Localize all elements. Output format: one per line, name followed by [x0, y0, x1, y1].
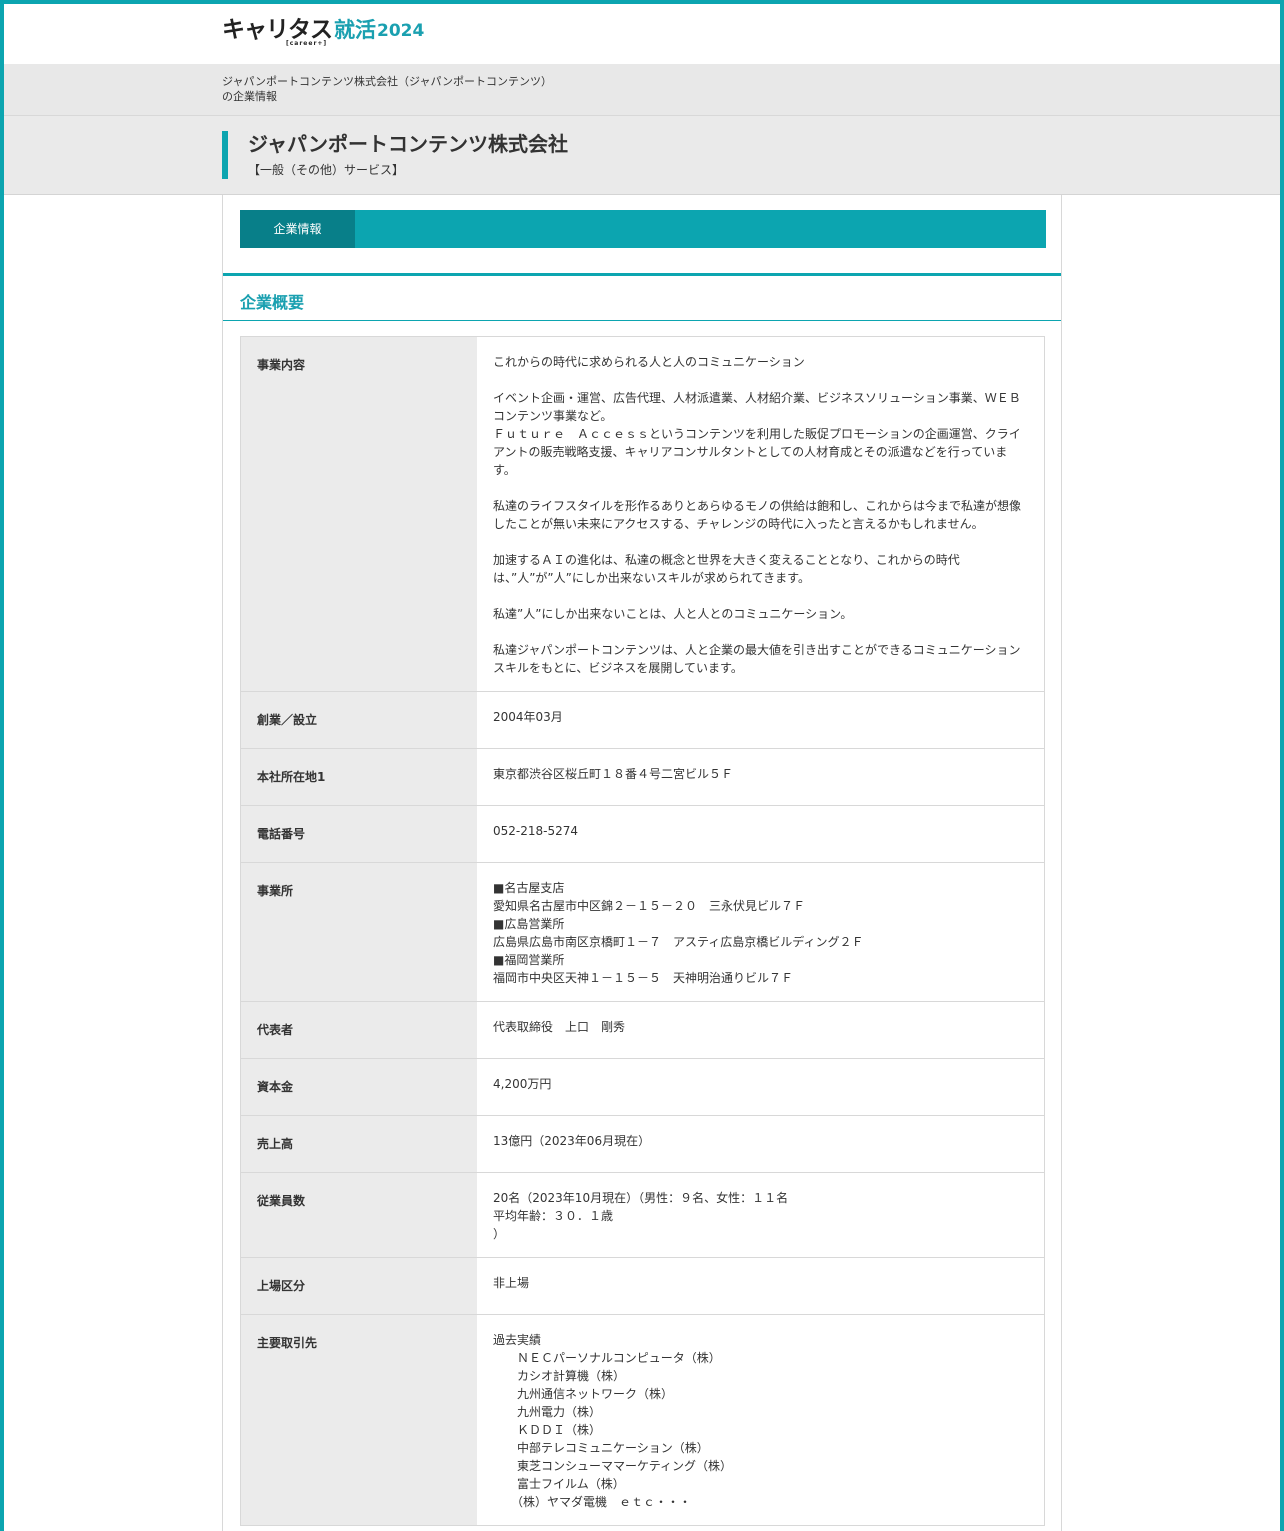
- table-row: 上場区分 非上場: [241, 1258, 1044, 1315]
- table-row: 資本金 4,200万円: [241, 1059, 1044, 1116]
- row-label: 資本金: [241, 1059, 477, 1115]
- title-accent-bar: [222, 131, 228, 179]
- row-value: 東京都渋谷区桜丘町１８番４号二宮ビル５Ｆ: [477, 749, 1044, 805]
- table-row: 事業内容 これからの時代に求められる人と人のコミュニケーション イベント企画・運…: [241, 337, 1044, 692]
- table-row: 代表者 代表取締役 上口 剛秀: [241, 1002, 1044, 1059]
- row-label: 創業／設立: [241, 692, 477, 748]
- page-title: ジャパンポートコンテンツ株式会社: [248, 132, 568, 156]
- row-value: 代表取締役 上口 剛秀: [477, 1002, 1044, 1058]
- row-value: 非上場: [477, 1258, 1044, 1314]
- table-row: 主要取引先 過去実績 ＮＥＣパーソナルコンピュータ（株） カシオ計算機（株） 九…: [241, 1315, 1044, 1526]
- row-value: ■名古屋支店 愛知県名古屋市中区錦２－１５－２０ 三永伏見ビル７Ｆ ■広島営業所…: [477, 863, 1044, 1001]
- company-title-band: ジャパンポートコンテンツ株式会社 【一般（その他）サービス】: [4, 116, 1280, 195]
- row-value: 13億円（2023年06月現在）: [477, 1116, 1044, 1172]
- table-row: 従業員数 20名（2023年10月現在）（男性：９名、女性：１１名 平均年齢：３…: [241, 1173, 1044, 1258]
- logo-shukatsu-text: 就活: [334, 18, 376, 42]
- table-row: 本社所在地1 東京都渋谷区桜丘町１８番４号二宮ビル５Ｆ: [241, 749, 1044, 806]
- tab-company-info[interactable]: 企業情報: [240, 210, 355, 248]
- table-row: 事業所 ■名古屋支店 愛知県名古屋市中区錦２－１５－２０ 三永伏見ビル７Ｆ ■広…: [241, 863, 1044, 1002]
- site-header: キャリタス [career+] 就活 2024: [0, 0, 1284, 60]
- row-label: 本社所在地1: [241, 749, 477, 805]
- row-value: 20名（2023年10月現在）（男性：９名、女性：１１名 平均年齢：３０．１歳 …: [477, 1173, 1044, 1257]
- table-row: 電話番号 052-218-5274: [241, 806, 1044, 863]
- breadcrumb: ジャパンポートコンテンツ株式会社（ジャパンポートコンテンツ） の企業情報: [222, 74, 552, 104]
- section-title: 企業概要: [240, 293, 305, 312]
- table-row: 創業／設立 2004年03月: [241, 692, 1044, 749]
- row-label: 主要取引先: [241, 1315, 477, 1525]
- row-label: 売上高: [241, 1116, 477, 1172]
- industry-label: 【一般（その他）サービス】: [248, 163, 405, 177]
- table-row: 売上高 13億円（2023年06月現在）: [241, 1116, 1044, 1173]
- row-label: 事業内容: [241, 337, 477, 691]
- row-label: 代表者: [241, 1002, 477, 1058]
- logo-sub-text: [career+]: [286, 40, 328, 47]
- breadcrumb-line-2: の企業情報: [222, 90, 277, 103]
- section-header: 企業概要: [223, 273, 1061, 321]
- row-label: 事業所: [241, 863, 477, 1001]
- breadcrumb-line-1: ジャパンポートコンテンツ株式会社（ジャパンポートコンテンツ）: [222, 75, 552, 88]
- row-value: 4,200万円: [477, 1059, 1044, 1115]
- row-label: 電話番号: [241, 806, 477, 862]
- logo-year-text: 2024: [377, 21, 425, 41]
- main-content: 企業情報 企業概要 事業内容 これからの時代に求められる人と人のコミュニケーショ…: [222, 195, 1062, 1531]
- breadcrumb-band: ジャパンポートコンテンツ株式会社（ジャパンポートコンテンツ） の企業情報: [4, 64, 1280, 116]
- row-value: これからの時代に求められる人と人のコミュニケーション イベント企画・運営、広告代…: [477, 337, 1044, 691]
- row-value: 2004年03月: [477, 692, 1044, 748]
- tab-bar: 企業情報: [240, 210, 1046, 248]
- company-overview-table: 事業内容 これからの時代に求められる人と人のコミュニケーション イベント企画・運…: [240, 336, 1045, 1526]
- row-label: 上場区分: [241, 1258, 477, 1314]
- row-value: 052-218-5274: [477, 806, 1044, 862]
- row-value: 過去実績 ＮＥＣパーソナルコンピュータ（株） カシオ計算機（株） 九州通信ネット…: [477, 1315, 1044, 1525]
- site-logo[interactable]: キャリタス [career+] 就活 2024: [222, 16, 425, 47]
- row-label: 従業員数: [241, 1173, 477, 1257]
